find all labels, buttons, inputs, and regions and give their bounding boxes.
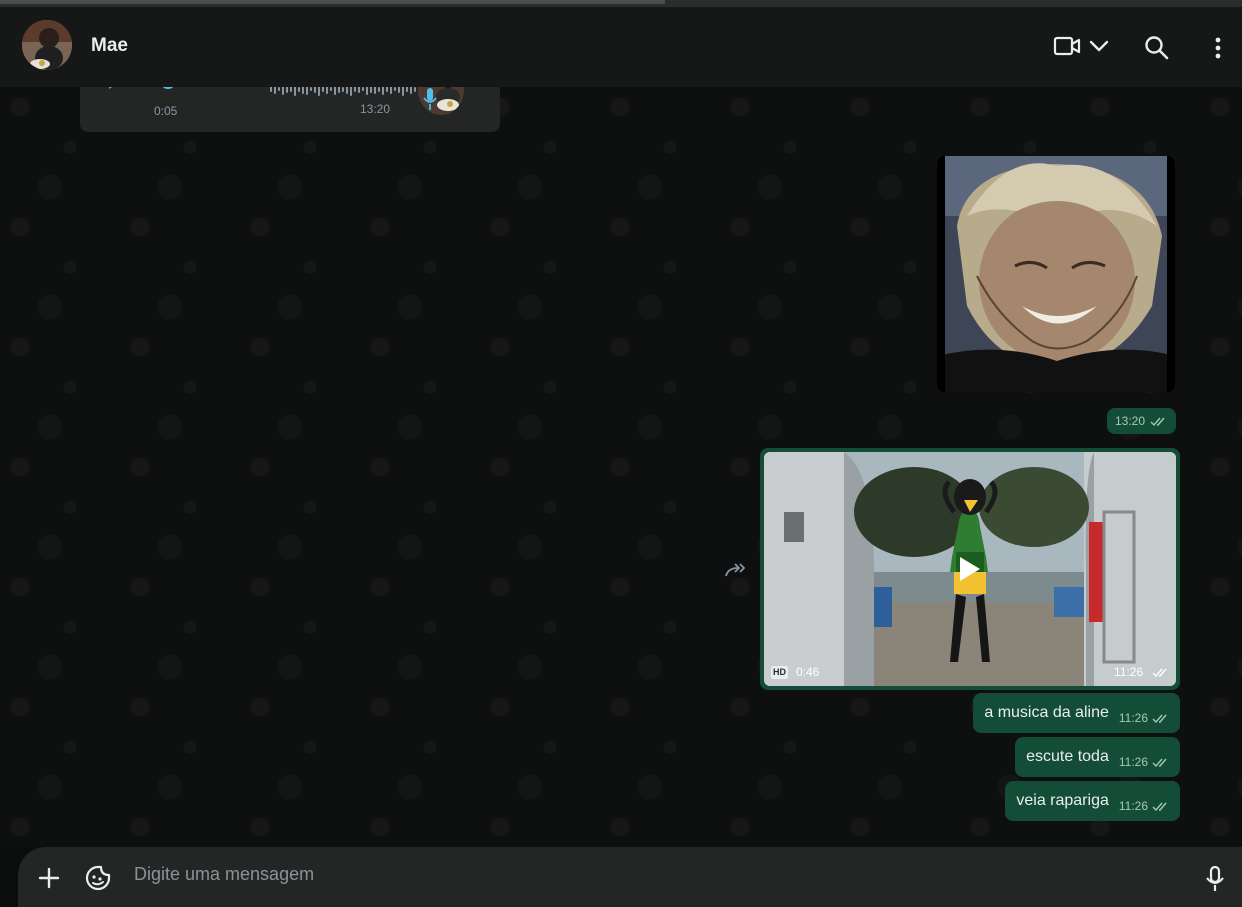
- message-input[interactable]: [132, 859, 1186, 889]
- voice-note-message[interactable]: 0:05 13:20: [80, 87, 500, 132]
- text-message[interactable]: escute toda 11:26: [1015, 737, 1180, 777]
- microphone-icon[interactable]: [1206, 865, 1224, 892]
- compose-box[interactable]: [18, 847, 1242, 907]
- video-call-icon[interactable]: [1053, 35, 1081, 57]
- message-text: veia rapariga: [1016, 792, 1109, 809]
- text-message[interactable]: veia rapariga 11:26: [1005, 781, 1180, 821]
- sticker-icon[interactable]: [85, 865, 111, 891]
- voice-note-duration: 0:05: [154, 104, 178, 118]
- image-time: 13:20: [1115, 414, 1146, 428]
- video-duration: 0:46: [796, 665, 820, 679]
- image-message[interactable]: [937, 156, 1175, 392]
- search-icon[interactable]: [1144, 35, 1170, 61]
- double-check-icon: [1150, 417, 1165, 426]
- double-check-icon: [1152, 758, 1167, 767]
- double-check-icon: [1152, 714, 1167, 723]
- double-check-icon: [1152, 802, 1167, 811]
- video-thumbnail[interactable]: HD 0:46 11:26: [764, 452, 1176, 686]
- image-timestamp: 13:20: [1107, 408, 1177, 434]
- menu-dots-icon[interactable]: [1210, 36, 1226, 60]
- microphone-icon: [423, 87, 437, 113]
- forward-icon[interactable]: [724, 561, 748, 579]
- message-time: 11:26: [1118, 799, 1148, 813]
- tab-strip: [0, 0, 665, 4]
- message-text: escute toda: [1026, 748, 1109, 765]
- message-time: 11:26: [1118, 711, 1148, 725]
- chat-header[interactable]: Mae: [0, 7, 1242, 87]
- plus-icon[interactable]: [38, 867, 60, 889]
- hd-badge: HD: [771, 666, 788, 679]
- chat-pane[interactable]: 0:05 13:20 13:20 HD 0:46 11:26 a musica …: [0, 87, 1242, 847]
- video-time: 11:26: [1114, 665, 1144, 679]
- message-text: a musica da aline: [984, 704, 1109, 721]
- voice-note-time: 13:20: [360, 102, 391, 116]
- double-check-icon: [1152, 668, 1167, 678]
- chevron-down-icon[interactable]: [1089, 39, 1109, 53]
- play-icon[interactable]: [958, 555, 982, 583]
- video-message[interactable]: HD 0:46 11:26: [760, 448, 1180, 690]
- window-top-bar: [0, 0, 1242, 7]
- text-message[interactable]: a musica da aline 11:26: [973, 693, 1180, 733]
- avatar[interactable]: [22, 20, 72, 70]
- compose-bar: [0, 847, 1242, 907]
- play-icon[interactable]: [106, 87, 132, 97]
- playhead[interactable]: [160, 87, 176, 89]
- message-time: 11:26: [1118, 755, 1148, 769]
- contact-name[interactable]: Mae: [91, 35, 128, 57]
